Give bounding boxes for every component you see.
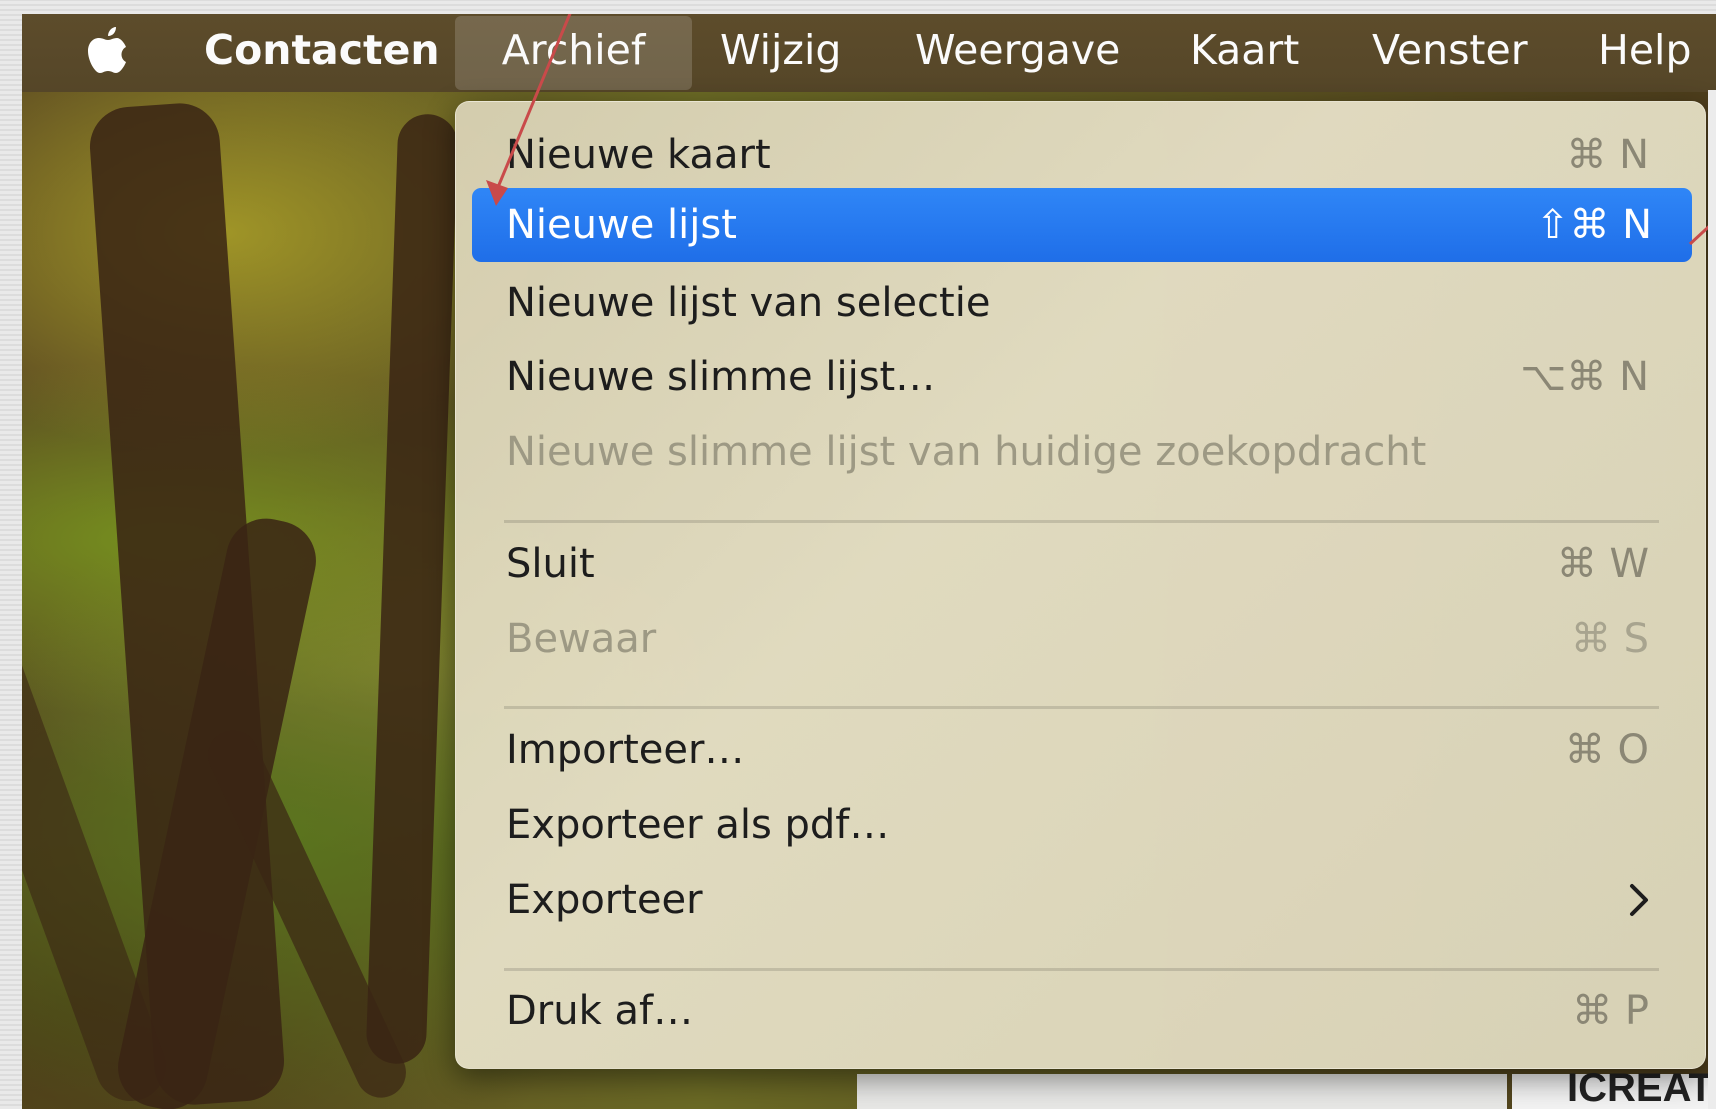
annotation-arrows bbox=[486, 14, 1716, 246]
desktop-wallpaper: Contacten Archief Wijzig Weergave Kaart … bbox=[22, 14, 1716, 1109]
annotation-arrow-line bbox=[494, 14, 572, 193]
window-edge bbox=[1708, 90, 1716, 1109]
annotation-arrowhead bbox=[486, 180, 508, 206]
